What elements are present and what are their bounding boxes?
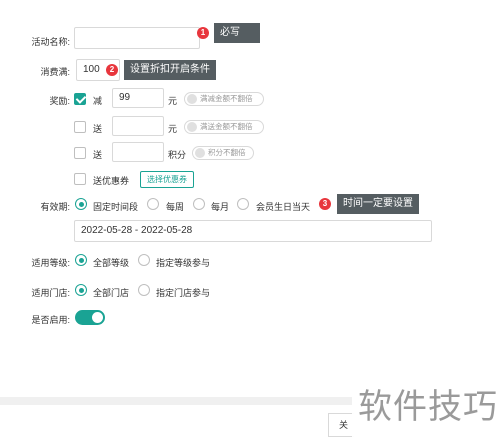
enabled-switch[interactable]: [75, 310, 105, 325]
reward-gift-cash-label: 送: [93, 124, 103, 134]
store-all-label: 全部门店: [93, 288, 130, 298]
validity-fixed-radio[interactable]: [75, 198, 87, 210]
annotation-tip-3: 时间一定要设置: [337, 194, 419, 214]
toggle-knob-icon: [187, 122, 197, 132]
watermark: 软件技巧: [352, 382, 500, 439]
store-label: 适用门店:: [31, 288, 70, 298]
reward-points-toggle[interactable]: 积分不翻倍: [192, 146, 254, 160]
reward-points-checkbox[interactable]: [74, 147, 86, 159]
validity-birthday-radio[interactable]: [237, 198, 249, 210]
store-specified-label: 指定门店参与: [156, 288, 211, 298]
toggle-knob-icon: [195, 148, 205, 158]
validity-monthly-label: 每月: [211, 202, 230, 212]
spend-full-label: 消费满:: [40, 67, 70, 77]
reward-coupon-checkbox[interactable]: [74, 173, 86, 185]
reward-gift-cash-input[interactable]: [112, 116, 164, 136]
store-specified-radio[interactable]: [138, 284, 150, 296]
date-range-input[interactable]: 2022-05-28 - 2022-05-28: [74, 220, 432, 242]
reward-points-label: 送: [93, 150, 103, 160]
annotation-tip-1: 必写: [214, 23, 260, 43]
reward-points-toggle-label: 积分不翻倍: [208, 148, 246, 157]
reward-reduce-input[interactable]: 99: [112, 88, 164, 108]
select-coupon-button[interactable]: 选择优惠券: [140, 171, 194, 188]
reward-reduce-toggle[interactable]: 满减金额不翻倍: [184, 92, 264, 106]
toggle-knob-icon: [187, 94, 197, 104]
reward-gift-cash-checkbox[interactable]: [74, 121, 86, 133]
enabled-label: 是否启用:: [31, 315, 70, 325]
level-label: 适用等级:: [31, 258, 70, 268]
annotation-badge-2: 2: [106, 64, 118, 76]
reward-label: 奖励:: [49, 96, 70, 106]
annotation-tip-2: 设置折扣开启条件: [124, 60, 216, 80]
validity-monthly-radio[interactable]: [193, 198, 205, 210]
validity-label: 有效期:: [40, 202, 70, 212]
validity-weekly-radio[interactable]: [147, 198, 159, 210]
annotation-badge-1: 1: [197, 27, 209, 39]
store-all-radio[interactable]: [75, 284, 87, 296]
reward-reduce-unit: 元: [168, 96, 178, 106]
close-button[interactable]: 关: [328, 413, 354, 437]
level-specified-radio[interactable]: [138, 254, 150, 266]
level-all-label: 全部等级: [93, 258, 130, 268]
validity-birthday-label: 会员生日当天: [256, 202, 311, 212]
activity-name-input[interactable]: [74, 27, 200, 49]
reward-points-input[interactable]: [112, 142, 164, 162]
reward-gift-cash-toggle-label: 满送金额不翻倍: [200, 122, 253, 131]
reward-points-unit: 积分: [168, 150, 187, 160]
validity-fixed-label: 固定时间段: [93, 202, 139, 212]
reward-reduce-toggle-label: 满减金额不翻倍: [200, 94, 253, 103]
level-all-radio[interactable]: [75, 254, 87, 266]
switch-knob-icon: [92, 312, 103, 323]
activity-name-label: 活动名称:: [31, 37, 70, 47]
reward-gift-cash-unit: 元: [168, 124, 178, 134]
level-specified-label: 指定等级参与: [156, 258, 211, 268]
annotation-badge-3: 3: [319, 198, 331, 210]
reward-gift-cash-toggle[interactable]: 满送金额不翻倍: [184, 120, 264, 134]
reward-reduce-label: 减: [93, 96, 103, 106]
reward-reduce-checkbox[interactable]: [74, 93, 86, 105]
validity-weekly-label: 每周: [166, 202, 185, 212]
reward-coupon-label: 送优惠券: [93, 176, 130, 186]
